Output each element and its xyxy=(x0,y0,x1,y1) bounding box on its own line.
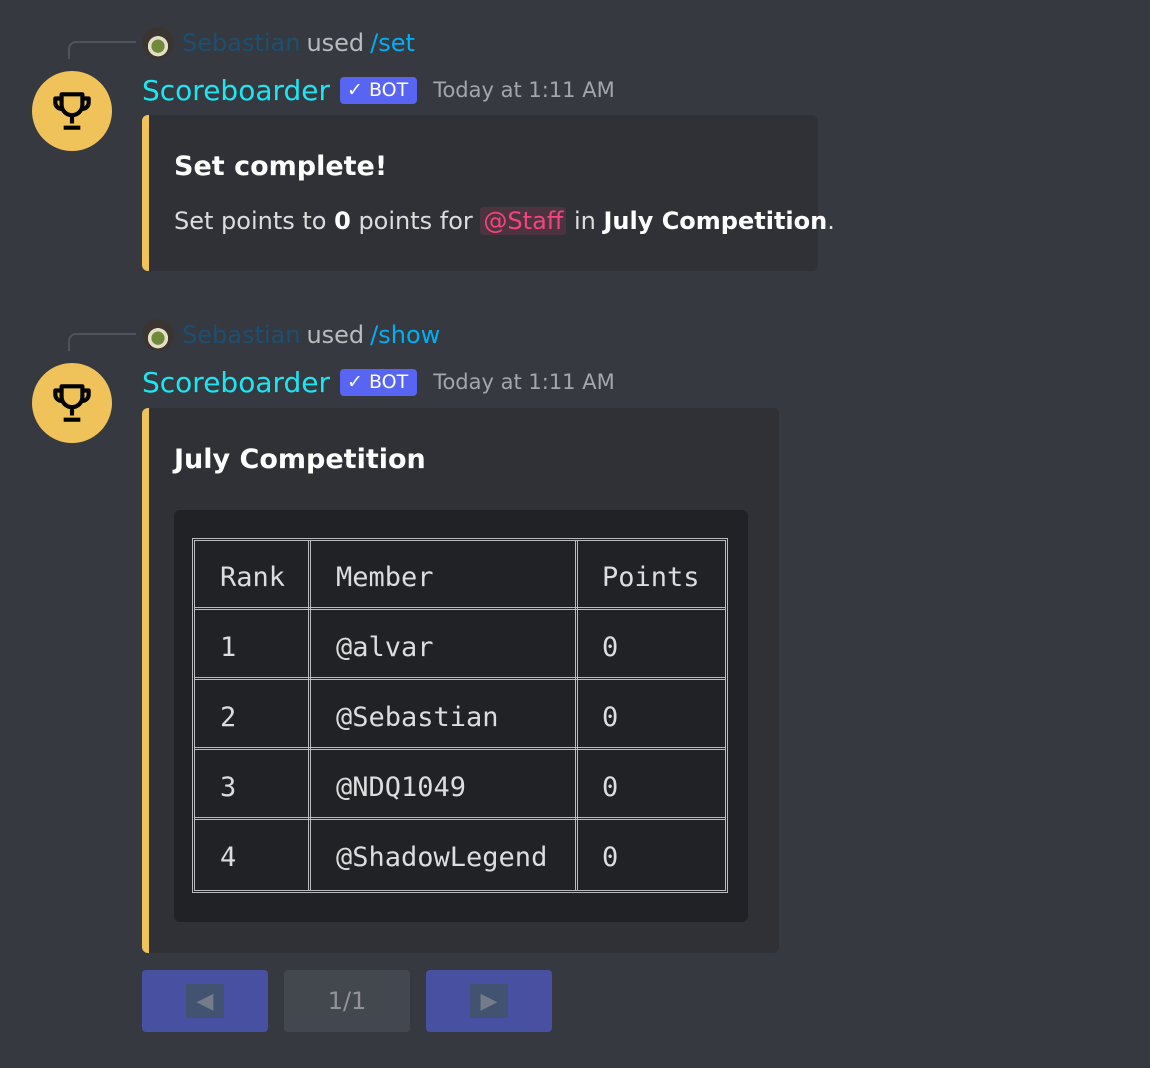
reply-command[interactable]: /show xyxy=(370,321,440,349)
right-triangle-icon: ▶ xyxy=(470,984,508,1018)
page-indicator: 1/1 xyxy=(327,987,367,1015)
reply-username[interactable]: Sebastian xyxy=(182,321,300,349)
header-points: Points xyxy=(602,562,700,593)
row-3-rank: 3 xyxy=(220,772,237,803)
desc-prefix: Set points to xyxy=(174,207,335,235)
embed-set-complete: Set complete! Set points to 0 points for… xyxy=(142,115,835,271)
reply-connector xyxy=(68,41,136,59)
leaderboard-table: Rank Member Points 1 @alvar 0 2 @Sebasti… xyxy=(192,538,728,893)
bot-badge: ✓ BOT xyxy=(340,368,418,396)
next-page-button[interactable]: ▶ xyxy=(426,970,552,1032)
desc-end: . xyxy=(827,207,835,235)
bot-name[interactable]: Scoreboarder xyxy=(142,74,330,107)
desc-in: in xyxy=(566,207,604,235)
reply-command[interactable]: /set xyxy=(370,29,415,57)
row-4-points: 0 xyxy=(602,842,619,873)
column-divider xyxy=(308,541,311,890)
check-icon: ✓ xyxy=(347,370,363,393)
row-4-rank: 4 xyxy=(220,842,237,873)
user-mini-avatar[interactable] xyxy=(142,27,174,59)
row-divider xyxy=(195,677,725,680)
row-1-points: 0 xyxy=(602,632,619,663)
reply-used-text: used xyxy=(306,29,365,57)
row-4-member: @ShadowLegend xyxy=(336,842,548,873)
message-header: Scoreboarder ✓ BOT Today at 1:11 AM xyxy=(142,362,615,402)
column-divider xyxy=(575,541,578,890)
bot-avatar[interactable] xyxy=(32,363,112,443)
header-rank: Rank xyxy=(220,562,286,593)
embed-description: Set points to 0 points for @Staff in Jul… xyxy=(174,207,835,235)
role-mention[interactable]: @Staff xyxy=(480,207,567,235)
reply-connector xyxy=(68,333,136,351)
bot-badge: ✓ BOT xyxy=(340,76,418,104)
row-3-member: @NDQ1049 xyxy=(336,772,467,803)
trophy-icon xyxy=(53,384,91,422)
reply-context[interactable]: Sebastian used /show xyxy=(142,319,440,351)
left-triangle-icon: ◀ xyxy=(186,984,224,1018)
row-divider xyxy=(195,817,725,820)
bot-avatar[interactable] xyxy=(32,71,112,151)
desc-mid: points for xyxy=(350,207,481,235)
timestamp[interactable]: Today at 1:11 AM xyxy=(433,78,615,102)
row-2-rank: 2 xyxy=(220,702,237,733)
prev-page-button[interactable]: ◀ xyxy=(142,970,268,1032)
message-header: Scoreboarder ✓ BOT Today at 1:11 AM xyxy=(142,70,615,110)
row-1-rank: 1 xyxy=(220,632,237,663)
timestamp[interactable]: Today at 1:11 AM xyxy=(433,370,615,394)
bot-name[interactable]: Scoreboarder xyxy=(142,366,330,399)
embed-title: Set complete! xyxy=(174,151,388,182)
reply-username[interactable]: Sebastian xyxy=(182,29,300,57)
user-mini-avatar[interactable] xyxy=(142,319,174,351)
check-icon: ✓ xyxy=(347,78,363,101)
bot-badge-label: BOT xyxy=(368,78,409,101)
row-1-member: @alvar xyxy=(336,632,434,663)
reply-context[interactable]: Sebastian used /set xyxy=(142,27,415,59)
trophy-icon xyxy=(53,92,91,130)
row-divider xyxy=(195,747,725,750)
desc-points-value: 0 xyxy=(334,207,351,235)
embed-leaderboard: July Competition Rank Member Points 1 @a… xyxy=(142,408,779,953)
row-2-member: @Sebastian xyxy=(336,702,499,733)
bot-badge-label: BOT xyxy=(368,370,409,393)
header-member: Member xyxy=(336,562,434,593)
desc-competition: July Competition xyxy=(603,207,828,235)
row-3-points: 0 xyxy=(602,772,619,803)
page-indicator-button[interactable]: 1/1 xyxy=(284,970,410,1032)
row-2-points: 0 xyxy=(602,702,619,733)
reply-used-text: used xyxy=(306,321,365,349)
leaderboard-codeblock: Rank Member Points 1 @alvar 0 2 @Sebasti… xyxy=(174,510,748,922)
row-divider xyxy=(195,607,725,610)
embed-title: July Competition xyxy=(174,444,426,475)
